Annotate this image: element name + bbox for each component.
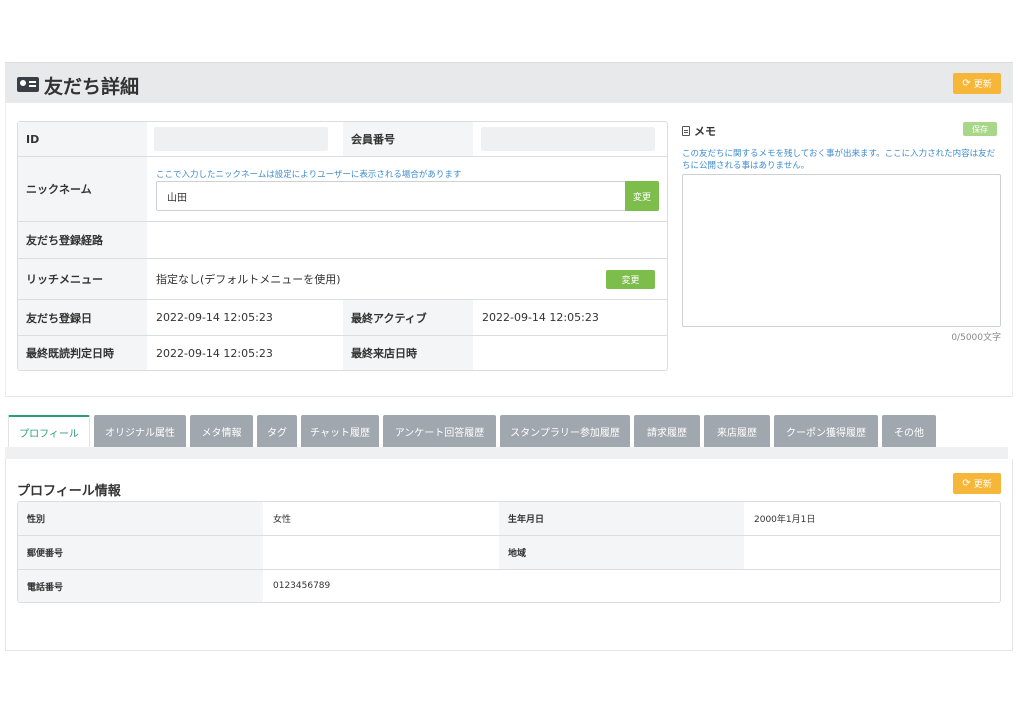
postal-value bbox=[263, 536, 499, 569]
registered-label: 友だち登録日 bbox=[18, 300, 147, 335]
header-refresh-button[interactable]: ⟳ 更新 bbox=[953, 73, 1001, 94]
birthday-value: 2000年1月1日 bbox=[754, 515, 816, 525]
friend-info-table: ID 会員番号 ニックネーム ここで入力したニックネームは設定によりユーザーに表… bbox=[17, 121, 668, 371]
last-active-label: 最終アクティブ bbox=[343, 300, 473, 335]
nickname-input[interactable]: 山田 bbox=[156, 181, 626, 211]
rich-menu-label: リッチメニュー bbox=[18, 259, 147, 299]
row-route: 友だち登録経路 bbox=[18, 222, 667, 259]
region-label: 地域 bbox=[499, 536, 744, 569]
member-no-label: 会員番号 bbox=[343, 122, 473, 156]
last-read-value: 2022-09-14 12:05:23 bbox=[156, 346, 273, 360]
page-header: 友だち詳細 bbox=[5, 62, 1013, 103]
member-no-value bbox=[481, 127, 655, 151]
nickname-help-text: ここで入力したニックネームは設定によりユーザーに表示される場合があります bbox=[156, 170, 462, 180]
phone-label: 電話番号 bbox=[18, 570, 263, 602]
gender-value: 女性 bbox=[273, 515, 292, 525]
profile-title: プロフィール情報 bbox=[17, 484, 121, 499]
row-id: ID 会員番号 bbox=[18, 122, 667, 157]
tab-profile[interactable]: プロフィール bbox=[8, 415, 90, 447]
rich-menu-change-button[interactable]: 変更 bbox=[606, 270, 655, 289]
tab-meta-info[interactable]: メタ情報 bbox=[190, 415, 253, 447]
document-icon bbox=[682, 126, 690, 136]
gender-label: 性別 bbox=[18, 502, 263, 535]
tab-visit-history[interactable]: 来店履歴 bbox=[704, 415, 770, 447]
rich-menu-value: 指定なし(デフォルトメニューを使用) bbox=[156, 273, 341, 286]
last-active-value: 2022-09-14 12:05:23 bbox=[482, 311, 599, 324]
row-registered: 友だち登録日 2022-09-14 12:05:23 最終アクティブ 2022-… bbox=[18, 300, 667, 336]
last-visit-value bbox=[473, 336, 667, 370]
memo-title: メモ bbox=[682, 123, 716, 139]
id-value bbox=[154, 127, 328, 151]
refresh-label: 更新 bbox=[973, 480, 992, 490]
detail-tabs: プロフィール オリジナル属性 メタ情報 タグ チャット履歴 アンケート回答履歴 … bbox=[8, 415, 936, 447]
tab-survey-history[interactable]: アンケート回答履歴 bbox=[383, 415, 496, 447]
region-value bbox=[744, 536, 1000, 569]
memo-save-button[interactable]: 保存 bbox=[963, 122, 997, 136]
refresh-icon: ⟳ bbox=[962, 77, 971, 89]
page-title: 友だち詳細 bbox=[44, 76, 140, 98]
memo-char-count: 0/5000文字 bbox=[951, 333, 1001, 343]
last-visit-label: 最終来店日時 bbox=[343, 336, 473, 370]
nickname-label: ニックネーム bbox=[18, 157, 147, 221]
tab-chat-history[interactable]: チャット履歴 bbox=[301, 415, 379, 447]
tab-stamp-rally-history[interactable]: スタンプラリー参加履歴 bbox=[500, 415, 630, 447]
profile-row-gender: 性別 女性 生年月日 2000年1月1日 bbox=[18, 502, 1000, 536]
memo-help-text: この友だちに関するメモを残しておく事が出来ます。ここに入力された内容は友だちに公… bbox=[682, 149, 996, 171]
birthday-label: 生年月日 bbox=[499, 502, 744, 535]
postal-label: 郵便番号 bbox=[18, 536, 263, 569]
profile-table: 性別 女性 生年月日 2000年1月1日 郵便番号 地域 電話番号 012345… bbox=[17, 501, 1001, 603]
tab-strip-divider bbox=[5, 447, 1008, 459]
memo-textarea[interactable] bbox=[682, 174, 1001, 327]
route-value bbox=[147, 222, 667, 258]
tab-original-attributes[interactable]: オリジナル属性 bbox=[94, 415, 186, 447]
tab-coupon-history[interactable]: クーポン獲得履歴 bbox=[774, 415, 878, 447]
id-label: ID bbox=[18, 122, 147, 156]
profile-refresh-button[interactable]: ⟳ 更新 bbox=[953, 473, 1001, 494]
last-read-label: 最終既読判定日時 bbox=[18, 336, 147, 370]
route-label: 友だち登録経路 bbox=[18, 222, 147, 258]
refresh-label: 更新 bbox=[973, 80, 992, 90]
refresh-icon: ⟳ bbox=[962, 477, 971, 489]
profile-row-phone: 電話番号 0123456789 bbox=[18, 570, 1000, 602]
row-rich-menu: リッチメニュー 指定なし(デフォルトメニューを使用) 変更 bbox=[18, 259, 667, 300]
tab-billing-history[interactable]: 請求履歴 bbox=[634, 415, 700, 447]
phone-value: 0123456789 bbox=[273, 581, 331, 591]
tab-other[interactable]: その他 bbox=[882, 415, 936, 447]
row-last-read: 最終既読判定日時 2022-09-14 12:05:23 最終来店日時 bbox=[18, 336, 667, 370]
row-nickname: ニックネーム ここで入力したニックネームは設定によりユーザーに表示される場合があ… bbox=[18, 157, 667, 222]
memo-title-text: メモ bbox=[694, 125, 716, 138]
nickname-change-button[interactable]: 変更 bbox=[625, 181, 659, 211]
registered-value: 2022-09-14 12:05:23 bbox=[156, 311, 273, 324]
profile-row-postal: 郵便番号 地域 bbox=[18, 536, 1000, 570]
tab-tags[interactable]: タグ bbox=[257, 415, 297, 447]
id-card-icon bbox=[17, 77, 39, 92]
